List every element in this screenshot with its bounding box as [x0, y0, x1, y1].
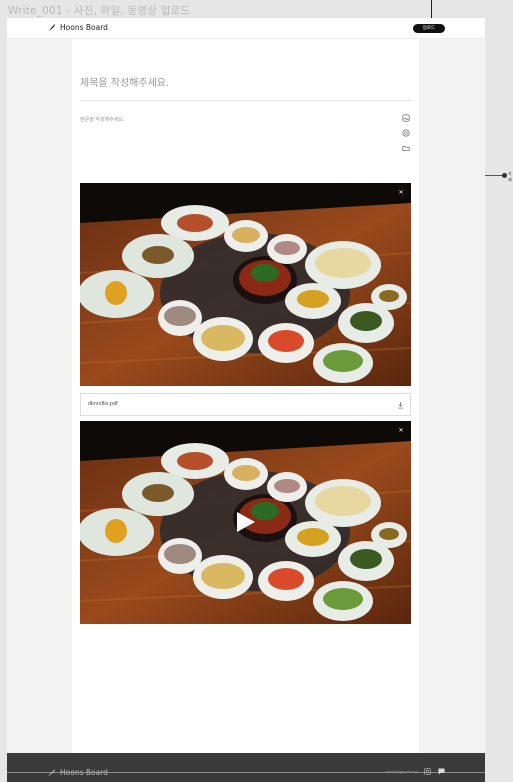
footer-logo[interactable]: Hoons Board — [47, 768, 108, 777]
play-icon[interactable] — [234, 511, 256, 533]
editor-sheet: 제목을 작성해주세요. 본문을 작성해주세요. ✕ dknrxfks.pdf ✕ — [72, 39, 419, 755]
close-icon[interactable]: ✕ — [398, 190, 404, 196]
chat-icon[interactable] — [438, 768, 445, 775]
title-input[interactable]: 제목을 작성해주세요. — [80, 74, 169, 89]
instagram-icon[interactable] — [424, 768, 431, 775]
frame-label: Write_001 - 사진, 파일, 동영상 업로드 — [8, 5, 191, 17]
top-bar: Hoons Board 업로드 — [7, 18, 485, 39]
page: Hoons Board 업로드 제목을 작성해주세요. 본문을 작성해주세요. — [7, 18, 485, 782]
food-photo — [80, 183, 411, 386]
footer: Hoons Board admin@gmail.com — [7, 753, 485, 782]
image-upload-icon[interactable] — [402, 114, 410, 122]
annotation-text: 삭제 — [508, 171, 512, 182]
upload-button[interactable]: 업로드 — [413, 24, 445, 33]
divider — [80, 100, 411, 101]
annotation-dot — [502, 173, 507, 178]
image-attachment[interactable]: ✕ — [80, 183, 411, 386]
footer-logo-text: Hoons Board — [60, 768, 108, 777]
file-name: dknrxfks.pdf — [88, 401, 118, 407]
file-upload-icon[interactable] — [402, 144, 410, 152]
video-upload-icon[interactable] — [402, 129, 410, 137]
video-attachment[interactable]: ✕ — [80, 421, 411, 624]
download-icon[interactable] — [397, 401, 404, 409]
file-attachment[interactable]: dknrxfks.pdf — [80, 393, 411, 416]
logo[interactable]: Hoons Board — [47, 23, 108, 32]
logo-text: Hoons Board — [60, 23, 108, 32]
close-icon[interactable]: ✕ — [398, 428, 404, 434]
footer-email[interactable]: admin@gmail.com — [385, 769, 418, 774]
feather-pen-icon — [47, 23, 56, 32]
feather-pen-icon — [47, 768, 56, 777]
body-input[interactable]: 본문을 작성해주세요. — [80, 116, 125, 123]
